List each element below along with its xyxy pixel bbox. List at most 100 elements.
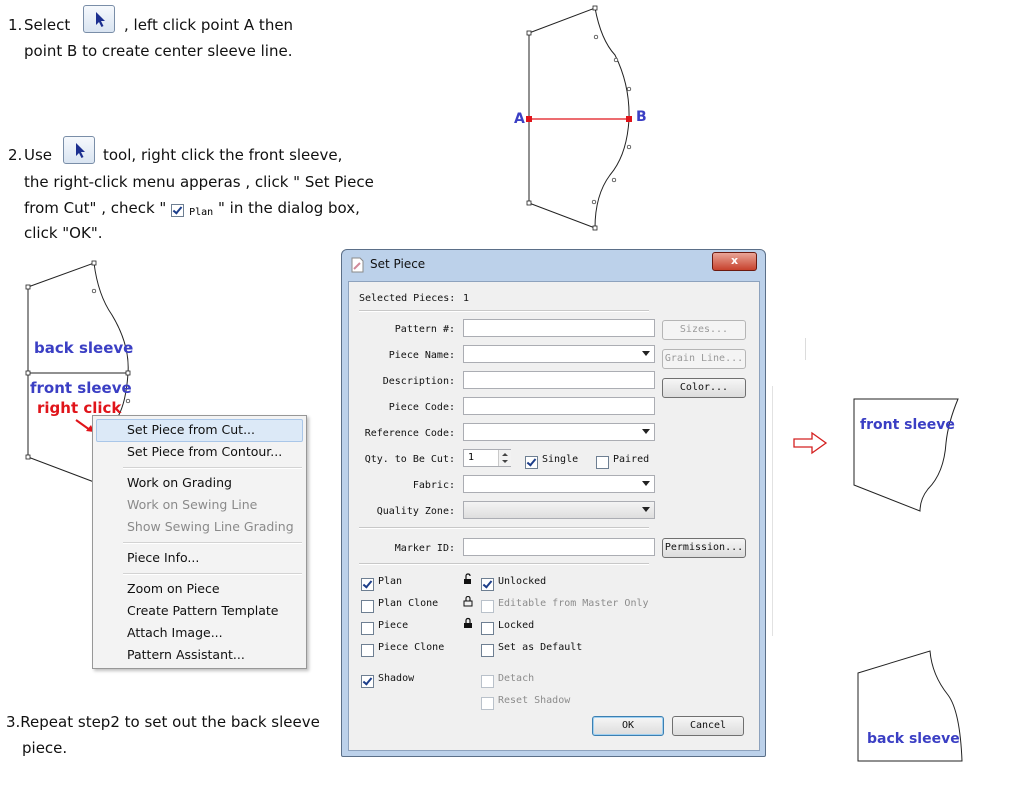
set-default-checkbox[interactable] xyxy=(481,640,494,659)
menu-item-attach-image[interactable]: Attach Image... xyxy=(127,625,223,640)
plan-clone-checkbox[interactable] xyxy=(361,596,374,615)
chevron-down-icon xyxy=(642,507,650,512)
checkbox-icon xyxy=(481,600,494,613)
checkbox-icon xyxy=(361,644,374,657)
step-1-number: 1. xyxy=(8,16,23,34)
qty-spinner[interactable] xyxy=(498,450,511,466)
window-close-icon: x xyxy=(730,254,739,267)
checkbox-icon xyxy=(525,456,538,469)
reference-code-label: Reference Code: xyxy=(364,428,455,439)
fabric-combo[interactable] xyxy=(463,475,655,493)
piece-name-combo[interactable] xyxy=(463,345,655,363)
quality-zone-combo[interactable] xyxy=(463,501,655,519)
front-sleeve-label: front sleeve xyxy=(30,379,132,397)
lock-icon xyxy=(463,595,473,607)
step-3-text-a: 3.Repeat step2 to set out the back sleev… xyxy=(6,713,320,731)
sizes-button: Sizes... xyxy=(662,320,746,340)
step-2-text-f: click "OK". xyxy=(24,224,103,242)
checkbox-icon xyxy=(481,578,494,591)
selected-pieces-label: Selected Pieces: xyxy=(359,293,456,304)
grain-line-button: Grain Line... xyxy=(662,349,746,369)
unlocked-checkbox[interactable] xyxy=(481,574,494,593)
plan-checkbox[interactable] xyxy=(361,574,374,593)
front-sleeve-piece-label: front sleeve xyxy=(860,417,955,433)
plan-checkbox-sample: Plan xyxy=(171,200,213,219)
locked-checkbox[interactable] xyxy=(481,618,494,637)
menu-item-pattern-assistant[interactable]: Pattern Assistant... xyxy=(127,647,245,662)
description-input[interactable] xyxy=(463,371,655,389)
piece-name-label: Piece Name: xyxy=(388,350,455,361)
piece-label: Piece xyxy=(378,620,409,631)
marker-id-input[interactable] xyxy=(463,538,655,556)
step-1-text-c: point B to create center sleeve line. xyxy=(24,42,293,60)
front-sleeve-piece xyxy=(853,398,959,512)
piece-code-input[interactable] xyxy=(463,397,655,415)
checkbox-icon xyxy=(361,622,374,635)
select-tool-icon-2 xyxy=(63,136,95,164)
select-tool-icon xyxy=(83,5,115,33)
lock-open-icon xyxy=(464,573,471,584)
set-default-label: Set as Default xyxy=(498,642,583,653)
dialog-separator xyxy=(359,563,649,565)
step-3-text-b: piece. xyxy=(22,739,68,757)
checkbox-icon xyxy=(361,600,374,613)
red-arrow-icon xyxy=(793,431,828,455)
step-2-text-e: " in the dialog box, xyxy=(218,199,360,217)
permission-button[interactable]: Permission... xyxy=(662,538,746,558)
reset-shadow-checkbox xyxy=(481,693,494,712)
chevron-down-icon xyxy=(642,351,650,356)
cancel-button[interactable]: Cancel xyxy=(672,716,744,736)
step-2-text-b: tool, right click the front sleeve, xyxy=(103,146,343,164)
checkbox-icon xyxy=(596,456,609,469)
point-a-label: A xyxy=(514,111,525,127)
menu-item-set-piece-from-contour[interactable]: Set Piece from Contour... xyxy=(127,444,282,459)
step-1-text-b: , left click point A then xyxy=(124,16,294,34)
menu-separator xyxy=(123,573,302,575)
dialog-separator xyxy=(359,527,649,529)
color-button[interactable]: Color... xyxy=(662,378,746,398)
checkbox-icon xyxy=(171,204,184,217)
marker-id-label: Marker ID: xyxy=(394,543,455,554)
single-checkbox[interactable] xyxy=(525,452,538,471)
menu-item-zoom-on-piece[interactable]: Zoom on Piece xyxy=(127,581,220,596)
checkbox-icon xyxy=(481,675,494,688)
step-2-text-c: the right-click menu apperas , click " S… xyxy=(24,173,374,191)
divider xyxy=(805,338,806,360)
back-sleeve-piece xyxy=(857,650,963,762)
piece-checkbox[interactable] xyxy=(361,618,374,637)
menu-item-show-sewing-line-grading: Show Sewing Line Grading xyxy=(127,519,294,534)
description-label: Description: xyxy=(382,376,455,387)
checkbox-icon xyxy=(361,578,374,591)
context-menu: Set Piece from Cut... Set Piece from Con… xyxy=(92,415,307,669)
paired-label: Paired xyxy=(613,454,650,465)
back-sleeve-piece-label: back sleeve xyxy=(867,731,960,747)
single-label: Single xyxy=(542,454,579,465)
detach-checkbox xyxy=(481,671,494,690)
reset-shadow-label: Reset Shadow xyxy=(498,695,571,706)
checkbox-icon xyxy=(481,697,494,710)
locked-label: Locked xyxy=(498,620,535,631)
checkbox-icon xyxy=(361,675,374,688)
menu-item-create-pattern-template[interactable]: Create Pattern Template xyxy=(127,603,279,618)
paired-checkbox[interactable] xyxy=(596,452,609,471)
app-icon xyxy=(351,257,364,273)
menu-item-piece-info[interactable]: Piece Info... xyxy=(127,550,199,565)
piece-clone-checkbox[interactable] xyxy=(361,640,374,659)
editable-master-label: Editable from Master Only xyxy=(498,598,649,609)
plan-label: Plan xyxy=(378,576,403,587)
fabric-label: Fabric: xyxy=(412,480,455,491)
shadow-checkbox[interactable] xyxy=(361,671,374,690)
dialog-title: Set Piece xyxy=(370,257,426,271)
menu-item-set-piece-from-cut[interactable]: Set Piece from Cut... xyxy=(127,422,255,437)
reference-code-combo[interactable] xyxy=(463,423,655,441)
menu-item-work-on-sewing-line: Work on Sewing Line xyxy=(127,497,258,512)
step-2-number: 2. xyxy=(8,146,23,164)
close-button[interactable]: x xyxy=(712,252,757,271)
menu-item-work-on-grading[interactable]: Work on Grading xyxy=(127,475,232,490)
dialog-separator xyxy=(359,310,649,312)
dialog-client: Selected Pieces: 1 Pattern #: Sizes... P… xyxy=(348,281,760,751)
pattern-no-input[interactable] xyxy=(463,319,655,337)
chevron-down-icon xyxy=(642,481,650,486)
ok-button[interactable]: OK xyxy=(592,716,664,736)
shadow-label: Shadow xyxy=(378,673,415,684)
